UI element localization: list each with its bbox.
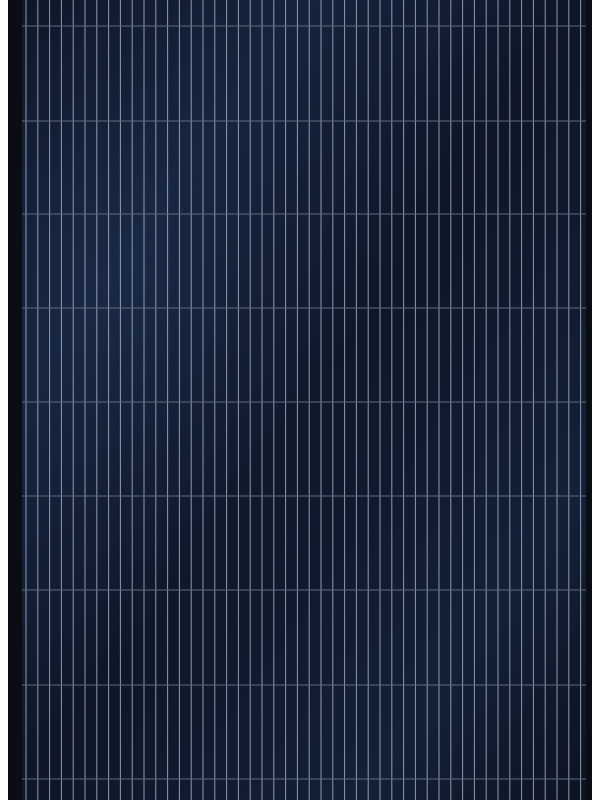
solar-panel-image: [0, 0, 600, 800]
cell-glow: [22, 0, 586, 800]
cell-grid: [22, 0, 586, 800]
panel-frame: [8, 0, 592, 800]
cell-surface: [22, 0, 586, 800]
